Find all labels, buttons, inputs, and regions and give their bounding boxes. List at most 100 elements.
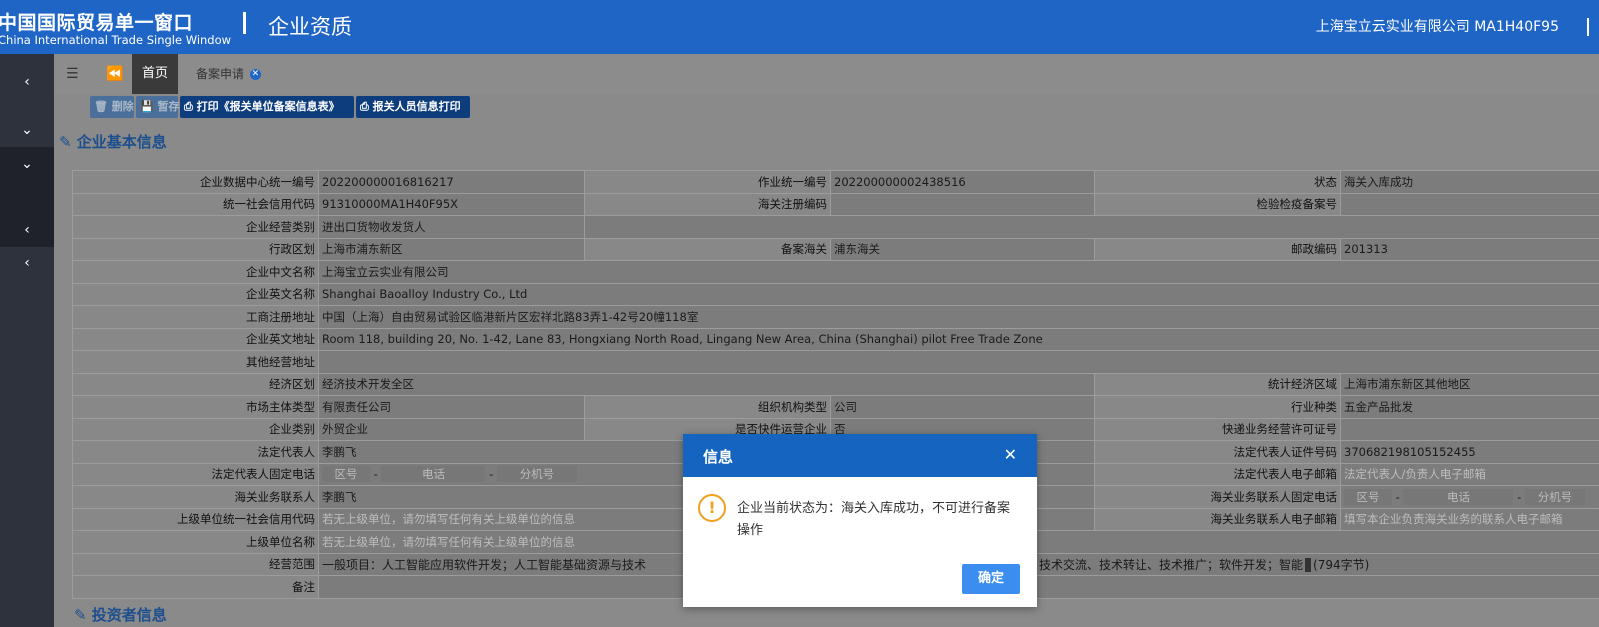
market-entity-type-field[interactable]: 有限责任公司	[318, 395, 585, 419]
info-dialog: 信息 ✕ ! 企业当前状态为：海关入库成功，不可进行备案操作 确定	[683, 434, 1037, 607]
area-code-input[interactable]: 区号	[322, 466, 370, 483]
table-row: 其他经营地址	[72, 350, 1599, 374]
legal-rep-id-field[interactable]: 370682198105152455	[1340, 440, 1599, 464]
stat-economic-region-field[interactable]: 上海市浦东新区其他地区	[1340, 372, 1599, 396]
field-label: 海关注册编码	[584, 192, 831, 216]
legal-rep-email-field[interactable]: 法定代表人/负责人电子邮箱	[1340, 462, 1599, 486]
table-row: 企业经营类别 进出口货物收发货人	[72, 215, 1599, 239]
company-name[interactable]: 上海宝立云实业有限公司 MA1H40F95	[1316, 16, 1559, 36]
sidebar-expand-icon-2[interactable]: ⌄	[0, 148, 54, 180]
postal-code-field[interactable]: 201313	[1340, 237, 1599, 261]
contact-phone-group: 区号 - 电话 - 分机号	[1340, 485, 1599, 509]
field-label: 行政区划	[72, 237, 319, 261]
field-label: 上级单位统一社会信用代码	[72, 507, 319, 531]
field-label: 法定代表人证件号码	[1094, 440, 1341, 464]
economic-zone-field[interactable]: 经济技术开发全区	[318, 372, 1095, 396]
tab-home[interactable]: 首页	[132, 54, 178, 94]
byte-count: (794字节)	[1313, 557, 1370, 572]
tab-apply[interactable]: 备案申请 ✕	[184, 54, 274, 94]
area-code-input[interactable]: 区号	[1344, 488, 1392, 505]
field-label: 市场主体类型	[72, 395, 319, 419]
extension-input[interactable]: 分机号	[1524, 488, 1585, 505]
job-id-field[interactable]: 202200000002438516	[830, 170, 1095, 194]
credit-code-field[interactable]: 91310000MA1H40F95X	[318, 192, 585, 216]
business-scope-text-a: 一般项目：人工智能应用软件开发；人工智能基础资源与技术	[322, 557, 647, 572]
logo-en: China International Trade Single Window	[0, 33, 232, 47]
field-label: 企业中文名称	[72, 260, 319, 284]
field-label: 作业统一编号	[584, 170, 831, 194]
en-address-field[interactable]: Room 118, building 20, No. 1-42, Lane 83…	[318, 327, 1599, 351]
field-label: 统计经济区域	[1094, 372, 1341, 396]
table-row: 统一社会信用代码 91310000MA1H40F95X 海关注册编码 检验检疫备…	[72, 192, 1599, 216]
field-label: 企业英文地址	[72, 327, 319, 351]
field-label: 工商注册地址	[72, 305, 319, 329]
field-label: 法定代表人固定电话	[72, 462, 319, 486]
table-row: 工商注册地址 中国（上海）自由贸易试验区临港新片区宏祥北路83弄1-42号20幢…	[72, 305, 1599, 329]
company-en-name-field[interactable]: Shanghai Baoalloy Industry Co., Ltd	[318, 282, 1599, 306]
table-row: 市场主体类型 有限责任公司 组织机构类型 公司 行业种类 五金产品批发	[72, 395, 1599, 419]
field-label: 快递业务经营许可证号	[1094, 417, 1341, 441]
dialog-title: 信息	[703, 448, 734, 466]
registered-address-field[interactable]: 中国（上海）自由贸易试验区临港新片区宏祥北路83弄1-42号20幢118室	[318, 305, 1599, 329]
logo-cn: 中国国际贸易单一窗口	[0, 12, 194, 34]
rewind-icon[interactable]: ⏪	[106, 66, 123, 82]
tab-apply-label: 备案申请	[196, 67, 245, 81]
extension-input[interactable]: 分机号	[496, 466, 577, 483]
field-label: 行业种类	[1094, 395, 1341, 419]
top-header: 中国国际贸易单一窗口 China International Trade Sin…	[0, 0, 1599, 54]
tab-bar: ☰ ⏪ 首页 备案申请 ✕	[54, 54, 1599, 94]
dialog-header: 信息 ✕	[683, 434, 1037, 477]
section-basic-info: ✎ 企业基本信息	[59, 133, 167, 151]
sidebar-chevron-icon-2[interactable]: ‹	[0, 247, 54, 279]
menu-icon[interactable]: ☰	[66, 66, 79, 82]
print-staff-button[interactable]: ⎙ 报关人员信息打印	[356, 96, 470, 118]
org-type-field[interactable]: 公司	[830, 395, 1095, 419]
empty-cell	[584, 215, 1599, 239]
dialog-message: 企业当前状态为：海关入库成功，不可进行备案操作	[737, 501, 1011, 538]
close-icon[interactable]: ✕	[249, 69, 261, 80]
contact-email-field[interactable]: 填写本企业负责海关业务的联系人电子邮箱	[1340, 507, 1599, 531]
inspection-record-field[interactable]	[1340, 192, 1599, 216]
sidebar-collapse-icon[interactable]: ‹	[0, 66, 54, 98]
sidebar-chevron-icon-1[interactable]: ‹	[0, 214, 54, 246]
field-label: 企业数据中心统一编号	[72, 170, 319, 194]
field-label: 经营范围	[72, 552, 319, 576]
print-info-button[interactable]: ⎙ 打印《报关单位备案信息表》	[180, 96, 354, 118]
phone-input[interactable]: 电话	[1403, 488, 1514, 505]
other-address-field[interactable]	[318, 350, 1599, 374]
data-center-id-field[interactable]: 202200000016816217	[318, 170, 585, 194]
close-icon[interactable]: ✕	[1004, 445, 1017, 464]
warning-icon: !	[698, 494, 726, 522]
field-label: 企业英文名称	[72, 282, 319, 306]
sidebar-expand-icon-1[interactable]: ⌄	[0, 114, 54, 146]
record-customs-field[interactable]: 浦东海关	[830, 237, 1095, 261]
company-category-field[interactable]: 外贸企业	[318, 417, 585, 441]
phone-input[interactable]: 电话	[381, 466, 486, 483]
express-license-field[interactable]	[1340, 417, 1599, 441]
company-cn-name-field[interactable]: 上海宝立云实业有限公司	[318, 260, 1599, 284]
field-label: 经济区划	[72, 372, 319, 396]
status-field[interactable]: 海关入库成功	[1340, 170, 1599, 194]
field-label: 海关业务联系人	[72, 485, 319, 509]
delete-button[interactable]: 🗑 删除	[90, 96, 134, 118]
business-scope-text-b: 术咨询、技术交流、技术转让、技术推广；软件开发；智能	[991, 557, 1304, 572]
section-investor-info: ✎ 投资者信息	[74, 606, 167, 624]
save-button[interactable]: 💾 暂存	[136, 96, 180, 118]
table-row: 企业数据中心统一编号 202200000016816217 作业统一编号 202…	[72, 170, 1599, 194]
field-label: 检验检疫备案号	[1094, 192, 1341, 216]
field-label: 邮政编码	[1094, 237, 1341, 261]
header-divider	[243, 12, 246, 34]
confirm-button[interactable]: 确定	[962, 564, 1020, 594]
field-label: 法定代表人	[72, 440, 319, 464]
industry-field[interactable]: 五金产品批发	[1340, 395, 1599, 419]
customs-reg-code-field[interactable]	[830, 192, 1095, 216]
header-scroll-handle[interactable]	[1571, 0, 1599, 54]
field-label: 备案海关	[584, 237, 831, 261]
business-category-field[interactable]: 进出口货物收发货人	[318, 215, 585, 239]
admin-region-field[interactable]: 上海市浦东新区	[318, 237, 585, 261]
field-label: 上级单位名称	[72, 530, 319, 554]
field-label: 组织机构类型	[584, 395, 831, 419]
table-row: 行政区划 上海市浦东新区 备案海关 浦东海关 邮政编码 201313	[72, 237, 1599, 261]
page-title: 企业资质	[268, 15, 352, 39]
table-row: 经济区划 经济技术开发全区 统计经济区域 上海市浦东新区其他地区	[72, 372, 1599, 396]
